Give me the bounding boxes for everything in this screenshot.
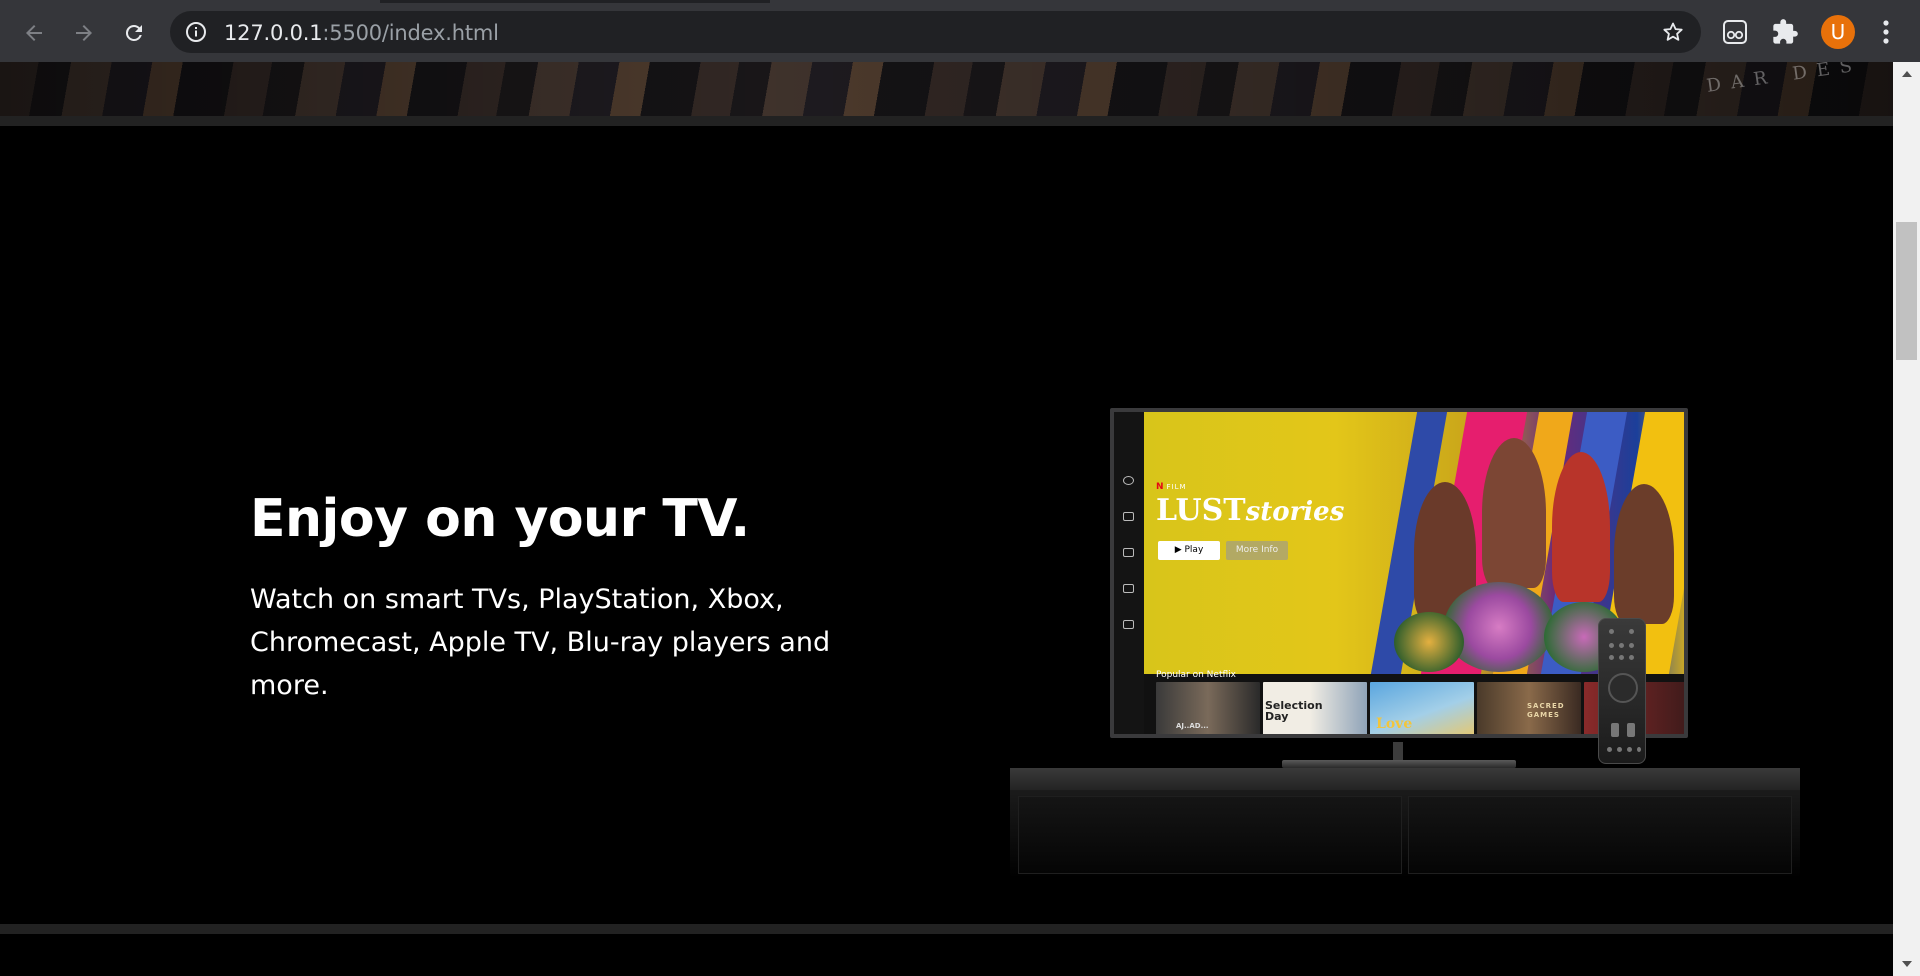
puzzle-icon[interactable]: [1771, 18, 1799, 46]
kebab-menu-icon[interactable]: [1872, 17, 1900, 47]
tv-show-logo: LUSTstories: [1156, 493, 1345, 528]
scroll-thumb[interactable]: [1896, 222, 1917, 360]
tv-thumbnail: Love: [1370, 682, 1474, 734]
tv-stand-neck: [1393, 742, 1403, 762]
banner-poster-text: DAR DES: [1705, 62, 1864, 97]
story-title: Enjoy on your TV.: [250, 489, 750, 549]
remote-control: [1598, 618, 1646, 764]
list-icon: [1123, 620, 1134, 629]
star-icon[interactable]: [1661, 20, 1685, 44]
arrow-left-icon: [26, 25, 42, 41]
section-divider-bottom: [0, 924, 1893, 934]
tv-icon: [1123, 548, 1134, 557]
tv-row-title: Popular on Netflix: [1156, 670, 1236, 680]
profile-avatar[interactable]: U: [1821, 15, 1855, 49]
section-divider-top: [0, 116, 1893, 126]
tv-thumbnail: SACRED GAMES: [1477, 682, 1581, 734]
caret-up-icon: [1901, 71, 1912, 77]
reload-icon: [125, 24, 142, 41]
tv-thumbnail: Selection Day: [1263, 682, 1367, 734]
tv-illustration: N FILM LUSTstories ▶ Play More Info Popul…: [1010, 408, 1800, 878]
page-viewport: DAR DES Enjoy on your TV. Watch on smart…: [0, 62, 1893, 976]
tv-sidebar: [1114, 412, 1144, 734]
browser-toolbar: 127.0.0.1:5500/index.html U: [0, 0, 1920, 62]
arrow-right-icon: [76, 25, 92, 41]
film-icon: [1123, 584, 1134, 593]
address-bar[interactable]: 127.0.0.1:5500/index.html: [170, 11, 1701, 53]
url-path: :5500/index.html: [322, 21, 499, 45]
back-button[interactable]: [16, 15, 52, 51]
info-icon[interactable]: [184, 20, 208, 44]
story-subtitle: Watch on smart TVs, PlayStation, Xbox, C…: [250, 584, 831, 701]
search-icon: [1123, 476, 1134, 485]
story-card-tv: Enjoy on your TV. Watch on smart TVs, Pl…: [0, 126, 1893, 924]
glasses-icon[interactable]: [1721, 18, 1749, 46]
scroll-down-button[interactable]: [1893, 952, 1920, 976]
hero-banner-bottom: DAR DES: [0, 62, 1893, 116]
scroll-up-button[interactable]: [1893, 62, 1920, 86]
url-text[interactable]: 127.0.0.1:5500/index.html: [224, 21, 499, 45]
home-icon: [1123, 512, 1134, 521]
tv-cabinet: [1010, 768, 1800, 878]
reload-button[interactable]: [116, 15, 152, 51]
tv-stand-foot: [1282, 760, 1516, 768]
forward-button[interactable]: [66, 15, 102, 51]
tv-film-tag: N FILM: [1156, 482, 1187, 492]
page-scrollbar[interactable]: [1893, 62, 1920, 976]
tv-thumbnail: AJ..AD...: [1156, 682, 1260, 734]
tv-play-button: ▶ Play: [1158, 541, 1220, 560]
url-host: 127.0.0.1: [224, 21, 323, 45]
tv-more-info-button: More Info: [1226, 541, 1288, 560]
tab-strip: [0, 0, 1920, 3]
caret-down-icon: [1901, 961, 1912, 967]
